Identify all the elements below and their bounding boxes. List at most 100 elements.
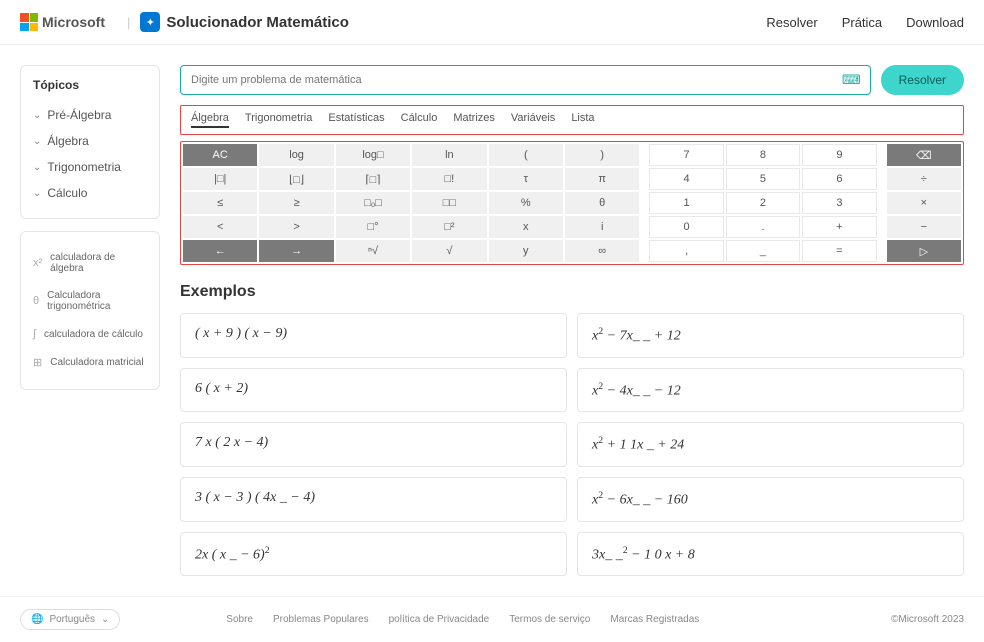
key-3-6[interactable]: 0 bbox=[649, 216, 723, 238]
tab-lista[interactable]: Lista bbox=[571, 112, 594, 128]
key-1-4[interactable]: τ bbox=[489, 168, 563, 190]
calc-item-0[interactable]: x²calculadora de álgebra bbox=[33, 244, 147, 282]
chevron-down-icon: ⌄ bbox=[101, 614, 109, 625]
nav-pratica[interactable]: Prática bbox=[842, 15, 882, 30]
key-1-1[interactable]: ⌊□⌋ bbox=[259, 168, 333, 190]
key-4-8[interactable]: = bbox=[802, 240, 876, 262]
keypad: ACloglog□ln() 789 ⌫ |□|⌊□⌋⌈□⌉□!τπ456 ÷ ≤≥□₀□□… bbox=[180, 141, 964, 265]
key-3-8[interactable]: + bbox=[802, 216, 876, 238]
key-2-4[interactable]: % bbox=[489, 192, 563, 214]
example-card-8[interactable]: 2x ( x _ − 6)2 bbox=[180, 532, 567, 577]
copyright: ©Microsoft 2023 bbox=[891, 614, 964, 625]
example-card-0[interactable]: ( x + 9 ) ( x − 9) bbox=[180, 313, 567, 358]
key-3-5[interactable]: i bbox=[565, 216, 639, 238]
key-4-0[interactable]: ← bbox=[183, 240, 257, 262]
key-0-6[interactable]: 7 bbox=[649, 144, 723, 166]
key-0-2[interactable]: log□ bbox=[336, 144, 410, 166]
calc-item-1[interactable]: θCalculadora trigonométrica bbox=[33, 282, 147, 320]
key-0-1[interactable]: log bbox=[259, 144, 333, 166]
calc-icon: θ bbox=[33, 295, 39, 307]
key-0-3[interactable]: ln bbox=[412, 144, 486, 166]
topic-item-3[interactable]: ⌄Cálculo bbox=[33, 180, 147, 206]
key-1-7[interactable]: 5 bbox=[726, 168, 800, 190]
key-3-4[interactable]: x bbox=[489, 216, 563, 238]
key-4-7[interactable]: _ bbox=[726, 240, 800, 262]
key-1-8[interactable]: 6 bbox=[802, 168, 876, 190]
calc-item-3[interactable]: ⊞Calculadora matricial bbox=[33, 348, 147, 377]
example-card-5[interactable]: x2 + 1 1x _ + 24 bbox=[577, 422, 964, 467]
tab-álgebra[interactable]: Álgebra bbox=[191, 112, 229, 128]
example-card-6[interactable]: 3 ( x − 3 ) ( 4x _ − 4) bbox=[180, 477, 567, 522]
key-2-1[interactable]: ≥ bbox=[259, 192, 333, 214]
key-0-8[interactable]: 9 bbox=[802, 144, 876, 166]
topics-box: Tópicos ⌄Pré-Álgebra⌄Álgebra⌄Trigonometr… bbox=[20, 65, 160, 219]
key-1-6[interactable]: 4 bbox=[649, 168, 723, 190]
tab-matrizes[interactable]: Matrizes bbox=[453, 112, 495, 128]
key-2-7[interactable]: 2 bbox=[726, 192, 800, 214]
footer-link-1[interactable]: Problemas Populares bbox=[273, 614, 369, 625]
example-card-3[interactable]: x2 − 4x_ _ − 12 bbox=[577, 368, 964, 413]
key-0-4[interactable]: ( bbox=[489, 144, 563, 166]
key-2-5[interactable]: θ bbox=[565, 192, 639, 214]
footer-link-0[interactable]: Sobre bbox=[226, 614, 253, 625]
key-0-9[interactable]: ⌫ bbox=[887, 144, 961, 166]
footer-link-4[interactable]: Marcas Registradas bbox=[610, 614, 699, 625]
microsoft-logo[interactable]: Microsoft bbox=[20, 13, 105, 31]
key-2-8[interactable]: 3 bbox=[802, 192, 876, 214]
key-1-3[interactable]: □! bbox=[412, 168, 486, 190]
key-3-2[interactable]: □° bbox=[336, 216, 410, 238]
chevron-down-icon: ⌄ bbox=[33, 162, 41, 173]
key-0-7[interactable]: 8 bbox=[726, 144, 800, 166]
example-card-4[interactable]: 7 x ( 2 x − 4) bbox=[180, 422, 567, 467]
key-4-3[interactable]: √ bbox=[412, 240, 486, 262]
key-1-9[interactable]: ÷ bbox=[887, 168, 961, 190]
topic-item-0[interactable]: ⌄Pré-Álgebra bbox=[33, 102, 147, 128]
key-1-2[interactable]: ⌈□⌉ bbox=[336, 168, 410, 190]
example-card-2[interactable]: 6 ( x + 2) bbox=[180, 368, 567, 413]
footer-link-3[interactable]: Termos de serviço bbox=[509, 614, 590, 625]
category-tabs: Álgebra Trigonometria Estatísticas Cálculo M… bbox=[180, 105, 964, 135]
example-card-7[interactable]: x2 − 6x_ _ − 160 bbox=[577, 477, 964, 522]
search-input[interactable] bbox=[180, 65, 871, 95]
example-card-9[interactable]: 3x_ _2 − 1 0 x + 8 bbox=[577, 532, 964, 577]
key-3-1[interactable]: > bbox=[259, 216, 333, 238]
example-card-1[interactable]: x2 − 7x_ _ + 12 bbox=[577, 313, 964, 358]
solve-button[interactable]: Resolver bbox=[881, 65, 964, 95]
tab-variáveis[interactable]: Variáveis bbox=[511, 112, 555, 128]
key-1-0[interactable]: |□| bbox=[183, 168, 257, 190]
nav-resolver[interactable]: Resolver bbox=[766, 15, 817, 30]
keyboard-icon[interactable]: ⌨ bbox=[842, 72, 861, 88]
microsoft-label: Microsoft bbox=[42, 14, 105, 30]
key-0-0[interactable]: AC bbox=[183, 144, 257, 166]
key-2-0[interactable]: ≤ bbox=[183, 192, 257, 214]
key-3-9[interactable]: − bbox=[887, 216, 961, 238]
key-4-1[interactable]: → bbox=[259, 240, 333, 262]
key-4-2[interactable]: ⁿ√ bbox=[336, 240, 410, 262]
key-4-6[interactable]: , bbox=[649, 240, 723, 262]
key-4-4[interactable]: y bbox=[489, 240, 563, 262]
header: Microsoft | ✦ Solucionador Matemático Re… bbox=[0, 0, 984, 45]
key-0-5[interactable]: ) bbox=[565, 144, 639, 166]
key-4-5[interactable]: ∞ bbox=[565, 240, 639, 262]
footer: 🌐 Português ⌄ Sobre Problemas Populares po… bbox=[0, 596, 984, 642]
tab-cálculo[interactable]: Cálculo bbox=[401, 112, 438, 128]
tab-trigonometria[interactable]: Trigonometria bbox=[245, 112, 312, 128]
topic-item-1[interactable]: ⌄Álgebra bbox=[33, 128, 147, 154]
calc-icon: ∫ bbox=[33, 328, 36, 340]
key-3-0[interactable]: < bbox=[183, 216, 257, 238]
nav-download[interactable]: Download bbox=[906, 15, 964, 30]
key-3-3[interactable]: □² bbox=[412, 216, 486, 238]
key-1-5[interactable]: π bbox=[565, 168, 639, 190]
calc-item-2[interactable]: ∫calculadora de cálculo bbox=[33, 320, 147, 348]
key-4-9[interactable]: ▷ bbox=[887, 240, 961, 262]
key-3-7[interactable]: . bbox=[726, 216, 800, 238]
key-2-9[interactable]: × bbox=[887, 192, 961, 214]
topic-item-2[interactable]: ⌄Trigonometria bbox=[33, 154, 147, 180]
footer-link-2[interactable]: política de Privacidade bbox=[389, 614, 490, 625]
language-selector[interactable]: 🌐 Português ⌄ bbox=[20, 609, 120, 630]
chevron-down-icon: ⌄ bbox=[33, 188, 41, 199]
key-2-6[interactable]: 1 bbox=[649, 192, 723, 214]
tab-estatísticas[interactable]: Estatísticas bbox=[328, 112, 384, 128]
key-2-2[interactable]: □₀□ bbox=[336, 192, 410, 214]
key-2-3[interactable]: □□ bbox=[412, 192, 486, 214]
